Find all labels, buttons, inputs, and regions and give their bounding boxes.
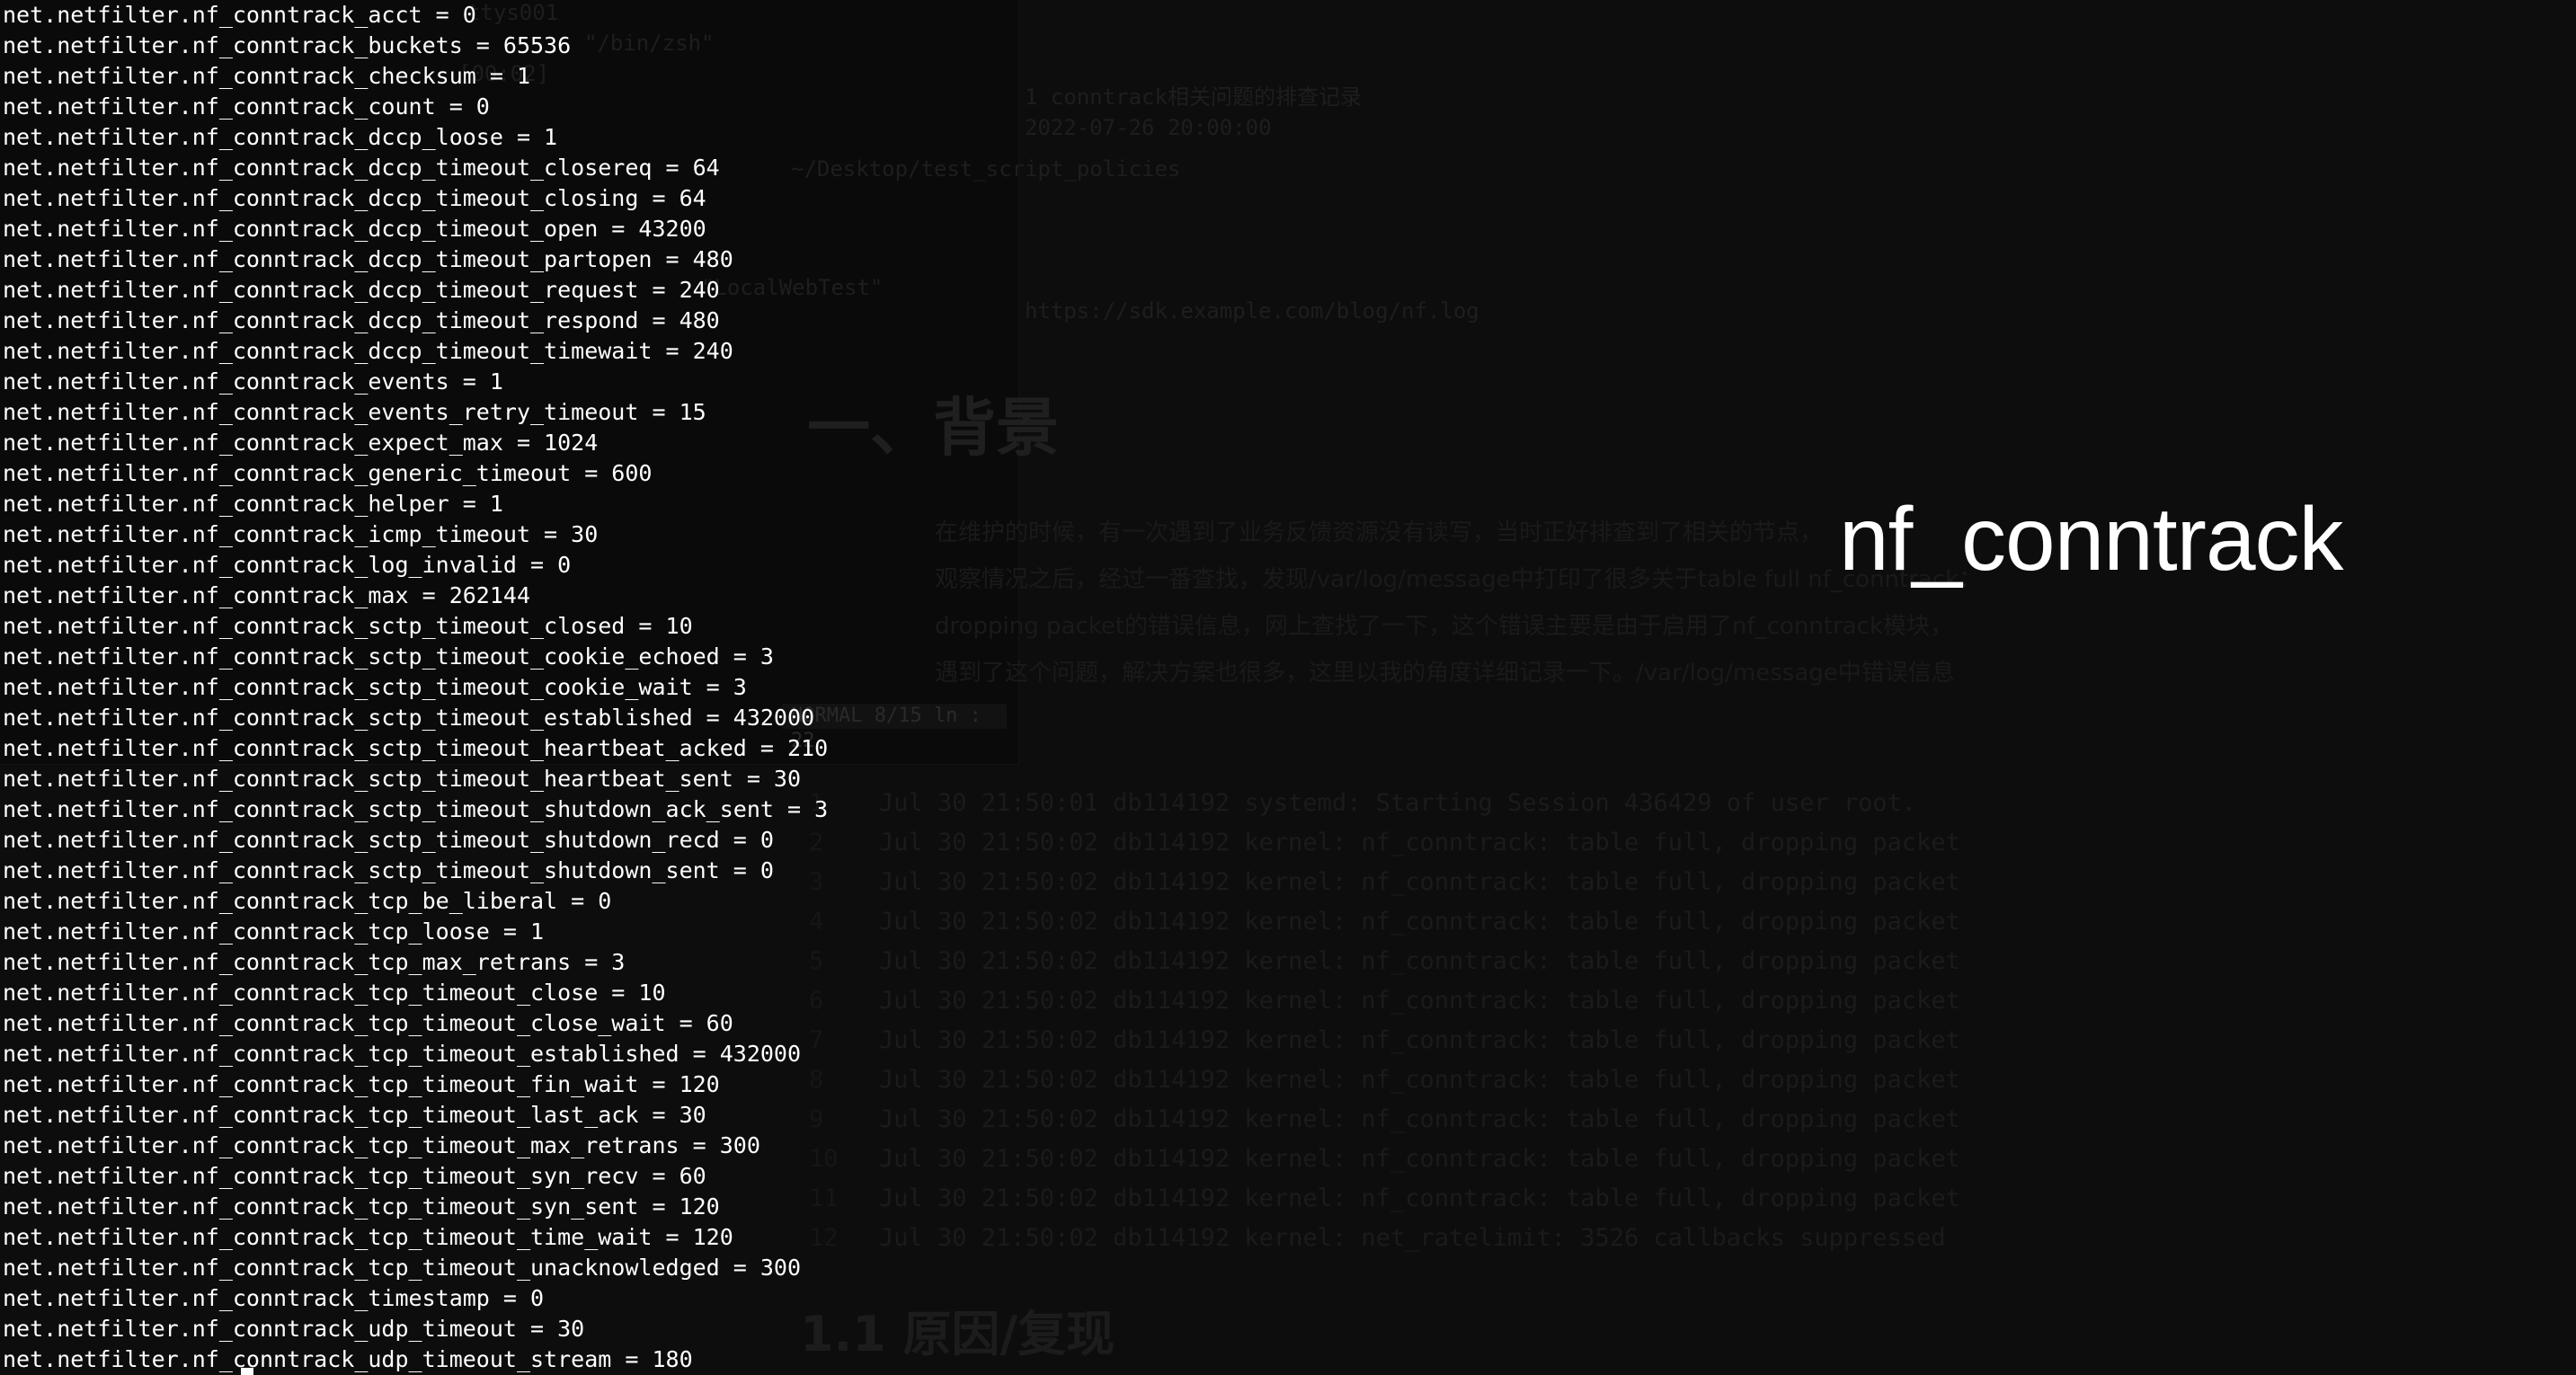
terminal-output[interactable]: net.netfilter.nf_conntrack_acct = 0 net.… bbox=[3, 0, 1018, 1375]
terminal-line: net.netfilter.nf_conntrack_dccp_timeout_… bbox=[3, 185, 706, 211]
terminal-line: net.netfilter.nf_conntrack_tcp_timeout_s… bbox=[3, 1193, 720, 1220]
terminal-line: net.netfilter.nf_conntrack_checksum = 1 bbox=[3, 63, 530, 89]
terminal-line: net.netfilter.nf_conntrack_tcp_timeout_l… bbox=[3, 1102, 706, 1128]
terminal-line: net.netfilter.nf_conntrack_max = 262144 bbox=[3, 582, 530, 608]
overlay-title: nf_conntrack bbox=[1839, 489, 2344, 590]
terminal-line: net.netfilter.nf_conntrack_events = 1 bbox=[3, 368, 503, 395]
terminal-line: net.netfilter.nf_conntrack_events_retry_… bbox=[3, 399, 706, 425]
terminal-line: net.netfilter.nf_conntrack_icmp_timeout … bbox=[3, 521, 599, 547]
terminal-line: net.netfilter.nf_conntrack_udp_timeout =… bbox=[3, 1316, 585, 1342]
terminal-line: net.netfilter.nf_conntrack_dccp_timeout_… bbox=[3, 277, 720, 303]
terminal-line: net.netfilter.nf_conntrack_acct = 0 bbox=[3, 2, 476, 28]
terminal-line: net.netfilter.nf_conntrack_sctp_timeout_… bbox=[3, 796, 829, 822]
terminal-line: net.netfilter.nf_conntrack_sctp_timeout_… bbox=[3, 705, 815, 731]
terminal-line: net.netfilter.nf_conntrack_dccp_timeout_… bbox=[3, 216, 706, 242]
terminal-line: net.netfilter.nf_conntrack_buckets = 655… bbox=[3, 32, 572, 58]
bg-paragraph-line: 遇到了这个问题，解决方案也很多，这里以我的角度详细记录一下。/var/log/m… bbox=[935, 660, 1955, 687]
bg-header-line: https://sdk.example.com/blog/nf.log bbox=[1025, 298, 1479, 324]
terminal-line: net.netfilter.nf_conntrack_tcp_be_libera… bbox=[3, 888, 612, 914]
screen: ttys001 "/bin/zsh" [00:02] ~/Desktop/tes… bbox=[0, 0, 2576, 1375]
terminal-line: net.netfilter.nf_conntrack_udp_timeout_s… bbox=[3, 1346, 693, 1372]
terminal-line: net.netfilter.nf_conntrack_tcp_timeout_s… bbox=[3, 1163, 706, 1189]
terminal-line: net.netfilter.nf_conntrack_sctp_timeout_… bbox=[3, 827, 774, 853]
terminal-line: net.netfilter.nf_conntrack_dccp_timeout_… bbox=[3, 338, 733, 364]
terminal-line: net.netfilter.nf_conntrack_tcp_timeout_t… bbox=[3, 1224, 733, 1250]
terminal-line: net.netfilter.nf_conntrack_tcp_timeout_f… bbox=[3, 1071, 720, 1097]
bg-header-line: 1 conntrack相关问题的排查记录 bbox=[1025, 84, 1362, 110]
terminal-line: net.netfilter.nf_conntrack_dccp_timeout_… bbox=[3, 307, 720, 333]
terminal-line: net.netfilter.nf_conntrack_tcp_timeout_c… bbox=[3, 1010, 733, 1036]
terminal-line: net.netfilter.nf_conntrack_generic_timeo… bbox=[3, 460, 653, 486]
bg-paragraph-line: dropping packet的错误信息，网上查找了一下，这个错误主要是由于启用… bbox=[935, 613, 1954, 640]
terminal-line: net.netfilter.nf_conntrack_tcp_max_retra… bbox=[3, 949, 626, 975]
terminal-line: net.netfilter.nf_conntrack_dccp_timeout_… bbox=[3, 155, 720, 181]
terminal-line: net.netfilter.nf_conntrack_tcp_timeout_u… bbox=[3, 1255, 802, 1281]
terminal-line: net.netfilter.nf_conntrack_expect_max = … bbox=[3, 430, 599, 456]
terminal-line: net.netfilter.nf_conntrack_log_invalid =… bbox=[3, 552, 572, 578]
terminal-line: net.netfilter.nf_conntrack_tcp_timeout_e… bbox=[3, 1041, 802, 1067]
terminal-line: net.netfilter.nf_conntrack_sctp_timeout_… bbox=[3, 766, 802, 792]
terminal-line: net.netfilter.nf_conntrack_tcp_loose = 1 bbox=[3, 918, 545, 945]
terminal-line: net.netfilter.nf_conntrack_sctp_timeout_… bbox=[3, 735, 829, 761]
terminal-line: net.netfilter.nf_conntrack_dccp_timeout_… bbox=[3, 246, 733, 272]
terminal-line: net.netfilter.nf_conntrack_dccp_loose = … bbox=[3, 124, 558, 150]
terminal-line: net.netfilter.nf_conntrack_tcp_timeout_m… bbox=[3, 1132, 760, 1158]
terminal-line: net.netfilter.nf_conntrack_sctp_timeout_… bbox=[3, 643, 774, 670]
terminal-cursor bbox=[241, 1368, 253, 1375]
terminal-line: net.netfilter.nf_conntrack_sctp_timeout_… bbox=[3, 857, 774, 883]
terminal-line: net.netfilter.nf_conntrack_helper = 1 bbox=[3, 491, 503, 517]
terminal-line: net.netfilter.nf_conntrack_timestamp = 0 bbox=[3, 1285, 545, 1311]
terminal-line: net.netfilter.nf_conntrack_sctp_timeout_… bbox=[3, 674, 747, 700]
terminal-line: net.netfilter.nf_conntrack_count = 0 bbox=[3, 93, 490, 120]
bg-header-line: 2022-07-26 20:00:00 bbox=[1025, 115, 1272, 140]
terminal-line: net.netfilter.nf_conntrack_tcp_timeout_c… bbox=[3, 980, 666, 1006]
terminal-line: net.netfilter.nf_conntrack_sctp_timeout_… bbox=[3, 613, 693, 639]
